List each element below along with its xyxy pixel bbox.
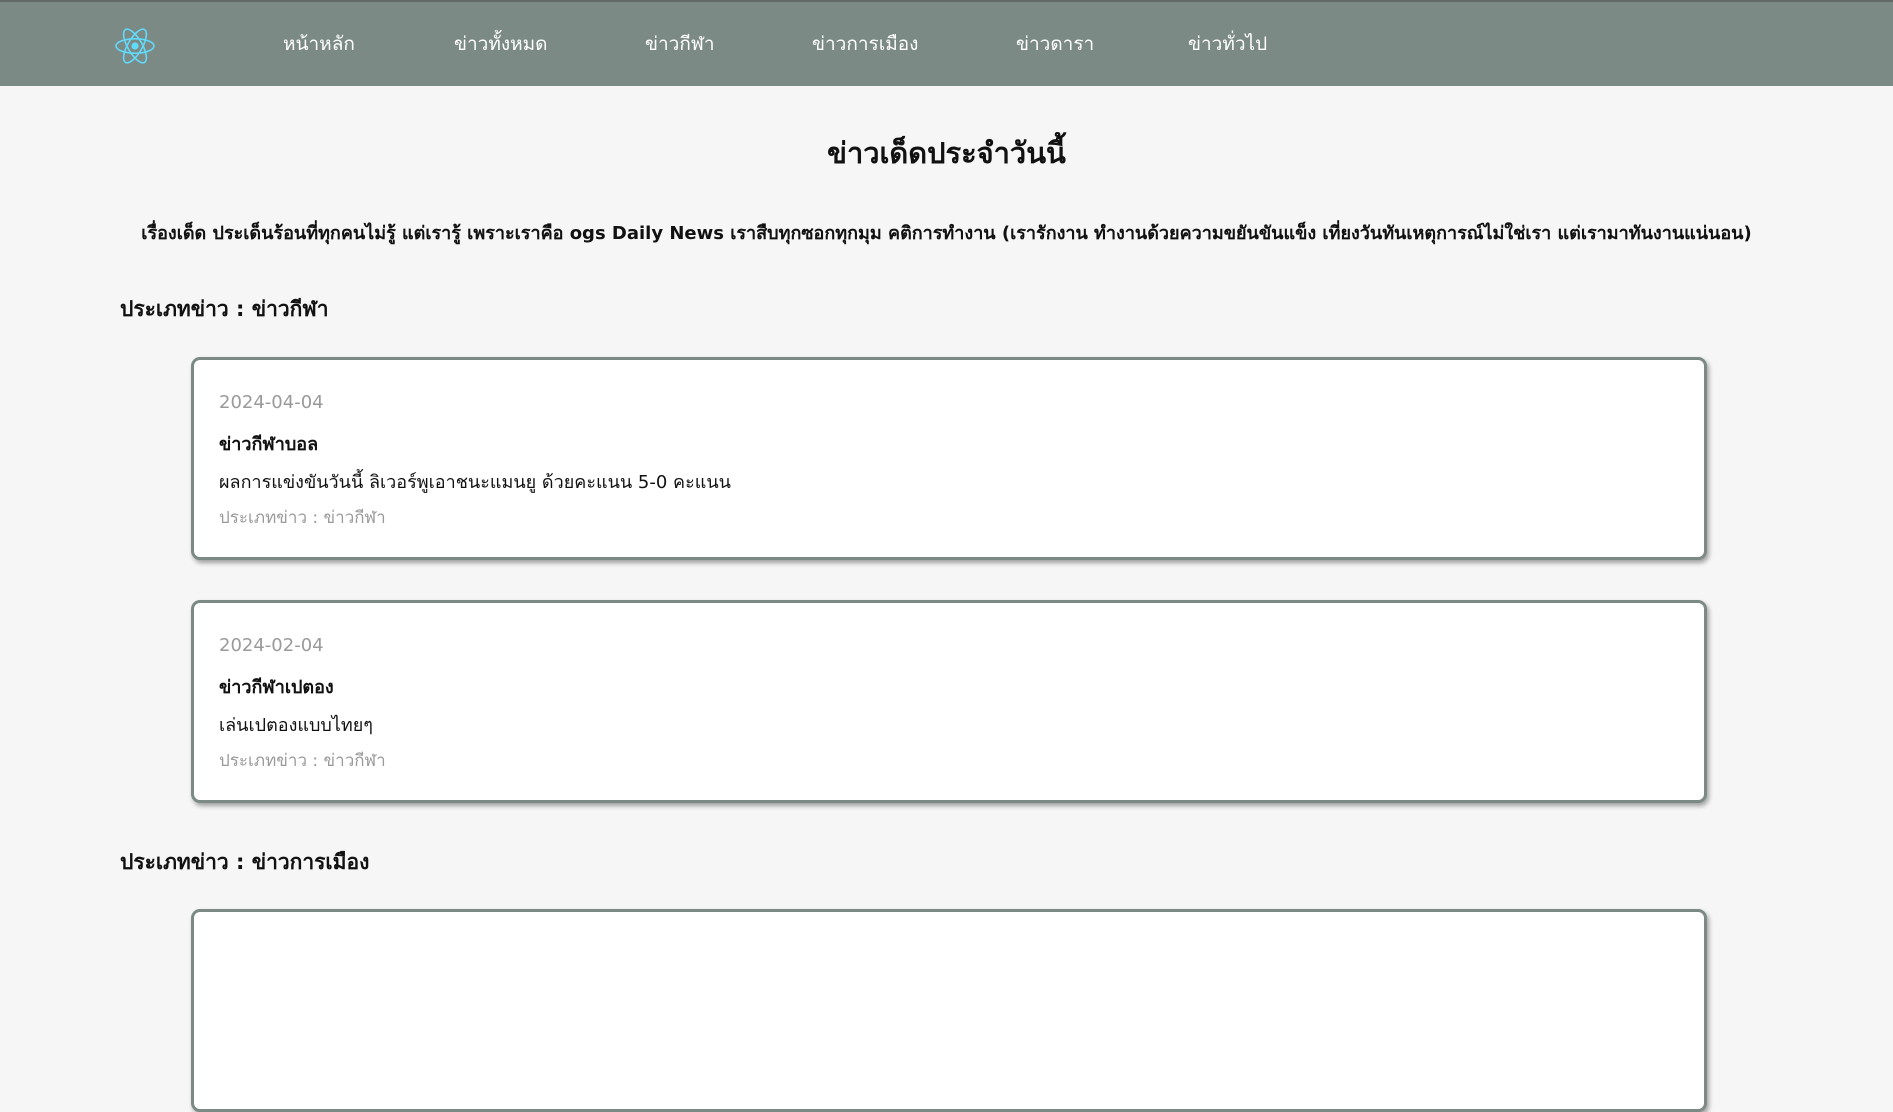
nav-item-politics-news[interactable]: ข่าวการเมือง [812, 29, 918, 59]
news-title: ข่าวกีฬาเปตอง [219, 677, 334, 698]
nav-item-all-news[interactable]: ข่าวทั้งหมด [454, 29, 548, 59]
news-body: ผลการแข่งขันวันนี้ ลิเวอร์พูเอาชนะแมนยู … [219, 472, 731, 493]
top-navbar: หน้าหลัก ข่าวทั้งหมด ข่าวกีฬา ข่าวการเมื… [0, 0, 1893, 86]
page-title: ข่าวเด็ดประจำวันนี้ [827, 136, 1066, 170]
news-date: 2024-04-04 [219, 392, 324, 413]
news-date: 2024-02-04 [219, 635, 324, 656]
news-card[interactable]: 2024-04-04 ข่าวกีฬาบอล ผลการแข่งขันวันนี… [191, 357, 1707, 560]
news-card[interactable]: 2024-02-04 ข่าวกีฬาเปตอง เล่นเปตองแบบไทย… [191, 600, 1707, 803]
news-body: เล่นเปตองแบบไทยๆ [219, 715, 373, 736]
nav-item-home[interactable]: หน้าหลัก [283, 29, 355, 59]
news-category: ประเภทข่าว : ข่าวกีฬา [219, 751, 386, 771]
section-heading-sports: ประเภทข่าว : ข่าวกีฬา [120, 297, 329, 321]
news-title: ข่าวกีฬาบอล [219, 434, 319, 455]
nav-item-general-news[interactable]: ข่าวทั่วไป [1188, 29, 1267, 59]
news-card[interactable] [191, 909, 1707, 1112]
react-atom-icon[interactable] [114, 25, 156, 67]
news-category: ประเภทข่าว : ข่าวกีฬา [219, 508, 386, 528]
page-tagline: เรื่องเด็ด ประเด็นร้อนที่ทุกคนไม่รู้ แต่… [141, 223, 1752, 244]
nav-item-sports-news[interactable]: ข่าวกีฬา [645, 29, 715, 59]
section-heading-politics: ประเภทข่าว : ข่าวการเมือง [120, 850, 370, 874]
nav-item-celebrity-news[interactable]: ข่าวดารา [1016, 29, 1094, 59]
